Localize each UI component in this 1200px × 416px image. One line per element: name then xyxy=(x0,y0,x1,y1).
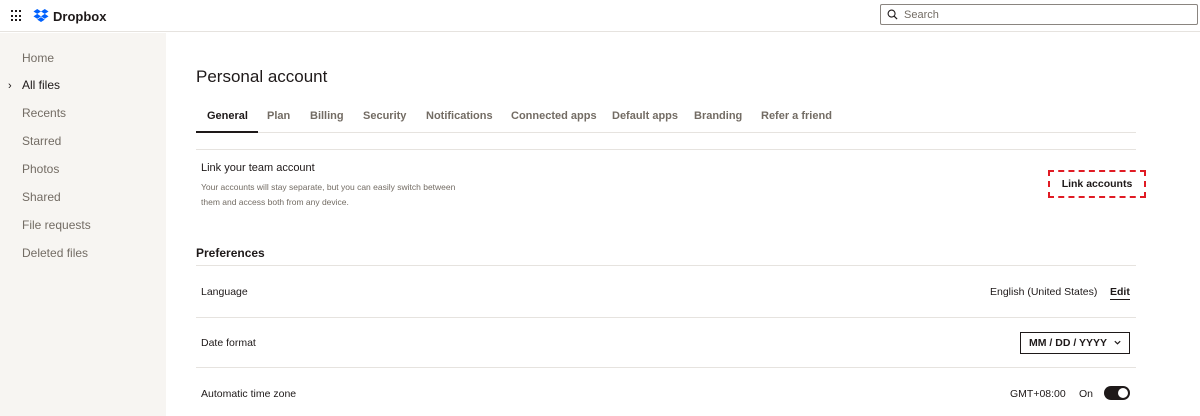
preferences-title: Preferences xyxy=(196,246,265,260)
tab-notifications[interactable]: Notifications xyxy=(426,110,493,122)
description-line: them and access both from any device. xyxy=(201,197,349,207)
search-box[interactable] xyxy=(880,4,1198,25)
link-team-account-title: Link your team account xyxy=(201,162,315,174)
time-zone-label: Automatic time zone xyxy=(201,388,297,400)
tab-security[interactable]: Security xyxy=(363,110,406,122)
sidebar-item-all-files[interactable]: All files xyxy=(22,78,60,92)
search-input[interactable] xyxy=(904,8,1184,21)
divider xyxy=(196,265,1136,266)
description-line: Your accounts will stay separate, but yo… xyxy=(201,182,456,192)
tab-branding[interactable]: Branding xyxy=(694,110,742,122)
sidebar-item-recents[interactable]: Recents xyxy=(22,106,66,120)
link-team-account-description: Your accounts will stay separate, but yo… xyxy=(201,180,491,210)
date-format-value: MM / DD / YYYY xyxy=(1029,337,1107,349)
chevron-right-icon[interactable]: › xyxy=(8,80,12,92)
tab-plan[interactable]: Plan xyxy=(267,110,290,122)
tab-general[interactable]: General xyxy=(207,110,248,122)
time-zone-value: GMT+08:00 xyxy=(1010,388,1066,400)
language-label: Language xyxy=(201,286,248,298)
app-grid-icon[interactable] xyxy=(11,10,23,22)
search-icon xyxy=(887,9,898,20)
active-tab-indicator xyxy=(196,131,258,133)
sidebar-item-starred[interactable]: Starred xyxy=(22,134,61,148)
sidebar-item-file-requests[interactable]: File requests xyxy=(22,218,91,232)
page-title: Personal account xyxy=(196,67,328,86)
date-format-select[interactable]: MM / DD / YYYY xyxy=(1020,332,1130,354)
divider xyxy=(196,149,1136,150)
app-name: Dropbox xyxy=(53,8,107,24)
sidebar-item-deleted-files[interactable]: Deleted files xyxy=(22,246,88,260)
date-format-label: Date format xyxy=(201,337,256,349)
tab-refer-a-friend[interactable]: Refer a friend xyxy=(761,110,832,122)
tab-bar: General Plan Billing Security Notificati… xyxy=(196,100,1136,133)
tab-connected-apps[interactable]: Connected apps xyxy=(511,110,597,122)
sidebar-item-home[interactable]: Home xyxy=(22,51,54,65)
sidebar-item-shared[interactable]: Shared xyxy=(22,190,61,204)
tab-default-apps[interactable]: Default apps xyxy=(612,110,678,122)
top-bar: Dropbox xyxy=(0,0,1200,32)
chevron-down-icon xyxy=(1114,340,1121,345)
edit-language-link[interactable]: Edit xyxy=(1110,286,1130,300)
divider xyxy=(196,367,1136,368)
language-value: English (United States) xyxy=(990,286,1098,298)
link-accounts-button[interactable]: Link accounts xyxy=(1048,170,1146,198)
divider xyxy=(196,317,1136,318)
dropbox-logo[interactable]: Dropbox xyxy=(33,7,106,25)
sidebar-item-photos[interactable]: Photos xyxy=(22,162,59,176)
dropbox-logo-icon xyxy=(33,9,49,23)
time-zone-toggle[interactable] xyxy=(1104,386,1130,400)
time-zone-toggle-label: On xyxy=(1079,388,1094,400)
toggle-knob xyxy=(1118,388,1128,398)
tab-billing[interactable]: Billing xyxy=(310,110,344,122)
